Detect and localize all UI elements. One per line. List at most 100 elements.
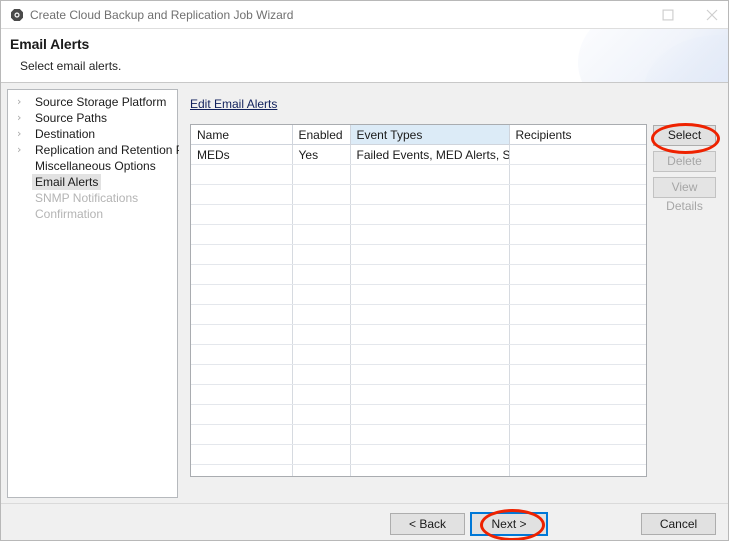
- cell-empty: [350, 244, 510, 265]
- cell-empty: [509, 404, 646, 425]
- table-row-empty[interactable]: [191, 224, 646, 245]
- footer-bar: < Back Next > Cancel: [1, 504, 728, 540]
- table-row-empty[interactable]: [191, 344, 646, 365]
- sidebar-item-source-storage-platform[interactable]: › Source Storage Platform: [8, 94, 177, 110]
- table-row-empty[interactable]: [191, 284, 646, 305]
- table-row-empty[interactable]: [191, 244, 646, 265]
- maximize-icon: [662, 9, 674, 20]
- sidebar-item-replication-and-retention-policy[interactable]: › Replication and Retention Policy: [8, 142, 208, 158]
- back-button[interactable]: < Back: [390, 513, 465, 535]
- cell-empty: [350, 164, 510, 185]
- chevron-right-icon: ›: [17, 111, 22, 124]
- email-alerts-table-container[interactable]: Name Enabled Event Types Recipients MEDs…: [190, 124, 647, 477]
- cell-empty: [191, 464, 293, 476]
- table-row-empty[interactable]: [191, 404, 646, 425]
- sidebar-item-label: Email Alerts: [32, 174, 102, 190]
- cell-empty: [191, 204, 293, 225]
- cell-empty: [191, 324, 293, 345]
- sidebar-item-snmp-notifications: SNMP Notifications: [8, 190, 177, 206]
- sidebar-item-source-paths[interactable]: › Source Paths: [8, 110, 177, 126]
- cell-empty: [509, 184, 646, 205]
- chevron-right-icon: ›: [17, 143, 22, 156]
- cell-empty: [292, 204, 351, 225]
- table-row-empty[interactable]: [191, 304, 646, 325]
- table-row-empty[interactable]: [191, 184, 646, 205]
- cell-empty: [292, 264, 351, 285]
- cell-empty: [292, 304, 351, 325]
- cell-empty: [292, 464, 351, 476]
- cell-empty: [191, 224, 293, 245]
- sidebar-item-label: SNMP Notifications: [35, 191, 139, 205]
- delete-button: Delete: [653, 151, 716, 172]
- sidebar-item-label: Miscellaneous Options: [35, 159, 156, 173]
- window-title: Create Cloud Backup and Replication Job …: [30, 8, 294, 22]
- column-header-name[interactable]: Name: [191, 125, 293, 145]
- cell-empty: [292, 444, 351, 465]
- cell-empty: [292, 184, 351, 205]
- column-header-event-types[interactable]: Event Types: [350, 125, 510, 145]
- table-row-empty[interactable]: [191, 264, 646, 285]
- table-row-empty[interactable]: [191, 364, 646, 385]
- cell-empty: [509, 204, 646, 225]
- table-row[interactable]: MEDs Yes Failed Events, MED Alerts, Sca.…: [191, 144, 646, 165]
- cell-empty: [509, 364, 646, 385]
- table-body: MEDs Yes Failed Events, MED Alerts, Sca.…: [191, 144, 646, 476]
- cell-empty: [509, 344, 646, 365]
- table-row-empty[interactable]: [191, 444, 646, 465]
- cell-empty: [350, 384, 510, 405]
- cell-empty: [350, 444, 510, 465]
- cell-empty: [350, 464, 510, 476]
- cell-empty: [350, 344, 510, 365]
- cell-empty: [191, 444, 293, 465]
- table-row-empty[interactable]: [191, 464, 646, 476]
- cell-empty: [292, 404, 351, 425]
- page-title: Email Alerts: [10, 36, 90, 52]
- edit-email-alerts-link[interactable]: Edit Email Alerts: [190, 97, 277, 111]
- email-alerts-table: Name Enabled Event Types Recipients MEDs…: [191, 125, 646, 476]
- select-button[interactable]: Select: [653, 125, 716, 146]
- cell-empty: [509, 324, 646, 345]
- close-button[interactable]: [690, 1, 728, 28]
- sidebar-item-confirmation: Confirmation: [8, 206, 177, 222]
- wizard-step-sidebar: › Source Storage Platform › Source Paths…: [7, 89, 208, 498]
- app-gear-icon: [10, 8, 24, 22]
- sidebar-item-miscellaneous-options[interactable]: Miscellaneous Options: [8, 158, 177, 174]
- cell-empty: [350, 364, 510, 385]
- close-icon: [706, 9, 718, 20]
- table-row-empty[interactable]: [191, 164, 646, 185]
- maximize-button[interactable]: [646, 1, 690, 28]
- view-details-button: View Details: [653, 177, 716, 213]
- cell-name: MEDs: [191, 144, 293, 165]
- cell-empty: [191, 264, 293, 285]
- cell-empty: [191, 304, 293, 325]
- cell-empty: [191, 424, 293, 445]
- cell-empty: [292, 424, 351, 445]
- sidebar-item-email-alerts[interactable]: Email Alerts: [8, 174, 177, 190]
- cell-empty: [191, 384, 293, 405]
- table-row-empty[interactable]: [191, 324, 646, 345]
- cell-empty: [509, 244, 646, 265]
- cell-empty: [191, 284, 293, 305]
- cell-empty: [292, 244, 351, 265]
- cell-empty: [292, 384, 351, 405]
- table-row-empty[interactable]: [191, 204, 646, 225]
- cell-empty: [191, 344, 293, 365]
- next-button[interactable]: Next >: [470, 512, 548, 536]
- cell-empty: [292, 364, 351, 385]
- cell-empty: [191, 404, 293, 425]
- table-row-empty[interactable]: [191, 424, 646, 445]
- cell-empty: [350, 424, 510, 445]
- cancel-button[interactable]: Cancel: [641, 513, 716, 535]
- page-header: Email Alerts Select email alerts.: [1, 29, 728, 83]
- cell-empty: [350, 304, 510, 325]
- sidebar-item-destination[interactable]: › Destination: [8, 126, 177, 142]
- table-row-empty[interactable]: [191, 384, 646, 405]
- column-header-recipients[interactable]: Recipients: [509, 125, 646, 145]
- cell-empty: [509, 304, 646, 325]
- column-header-enabled[interactable]: Enabled: [292, 125, 351, 145]
- cell-empty: [509, 444, 646, 465]
- cell-enabled: Yes: [292, 144, 351, 165]
- sidebar-item-label: Destination: [35, 127, 96, 141]
- cell-empty: [350, 204, 510, 225]
- chevron-right-icon: ›: [17, 127, 22, 140]
